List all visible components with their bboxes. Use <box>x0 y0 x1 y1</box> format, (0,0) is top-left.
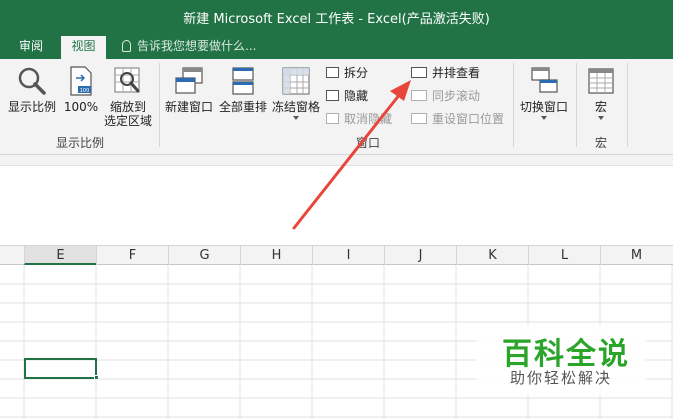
arrow-shaft <box>292 92 402 230</box>
arrow-head <box>390 80 411 101</box>
watermark-slogan: 助你轻松解决 <box>510 369 613 387</box>
watermark: 百科全说 助你轻松解决 <box>476 325 646 395</box>
